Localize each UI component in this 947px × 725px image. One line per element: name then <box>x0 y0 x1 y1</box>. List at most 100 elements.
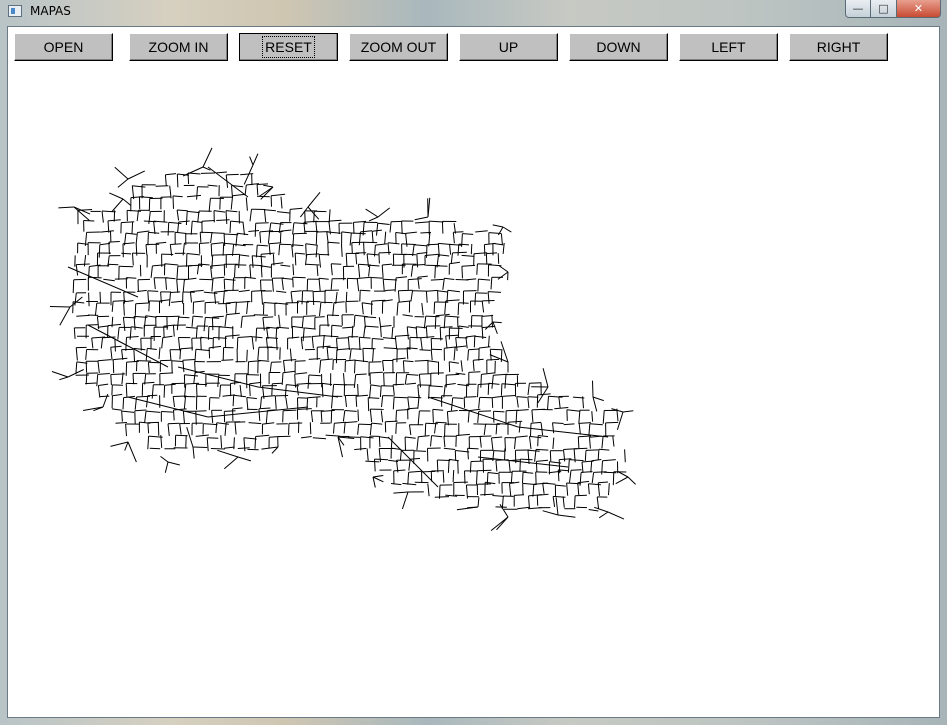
street-segment <box>389 221 392 233</box>
street-segment <box>467 506 479 509</box>
street-segment <box>492 242 504 246</box>
street-segment <box>217 449 239 458</box>
close-button[interactable]: ✕ <box>897 0 941 18</box>
street-segment <box>307 206 320 220</box>
street-segment <box>478 383 490 385</box>
street-segment <box>249 264 252 279</box>
street-segment <box>351 348 362 350</box>
street-segment <box>418 435 430 438</box>
street-segment <box>444 424 446 438</box>
window-frame: MAPAS — □ ✕ OPEN ZOOM IN RESET ZOOM OUT … <box>0 0 947 725</box>
street-segment <box>427 483 430 497</box>
title-bar[interactable]: MAPAS — □ ✕ <box>0 0 947 24</box>
street-segment <box>312 291 315 306</box>
left-button[interactable]: LEFT <box>679 33 778 61</box>
street-segment <box>487 383 490 395</box>
street-segment <box>305 243 307 257</box>
street-segment <box>478 397 481 409</box>
zoom-out-button[interactable]: ZOOM OUT <box>349 33 448 61</box>
street-segment <box>410 265 414 277</box>
street-segment <box>453 347 456 361</box>
street-segment <box>591 411 594 422</box>
street-segment <box>492 224 504 228</box>
street-segment <box>295 252 305 255</box>
street-segment <box>425 315 440 318</box>
street-segment <box>382 360 385 372</box>
street-segment <box>570 469 582 471</box>
reset-button[interactable]: RESET <box>239 33 338 61</box>
street-segment <box>382 279 385 292</box>
street-segment <box>290 291 293 304</box>
street-segment <box>528 495 530 509</box>
street-segment <box>345 359 356 362</box>
open-button[interactable]: OPEN <box>14 33 113 61</box>
maximize-button[interactable]: □ <box>871 0 897 18</box>
street-segment <box>111 408 123 411</box>
street-segment <box>527 396 530 409</box>
street-segment <box>274 395 277 409</box>
street-segment <box>475 230 488 233</box>
street-segment <box>354 360 356 374</box>
street-segment <box>372 476 384 483</box>
street-segment <box>380 325 392 328</box>
right-button[interactable]: RIGHT <box>789 33 888 61</box>
street-segment <box>111 198 124 212</box>
street-segment <box>214 290 228 293</box>
street-segment <box>236 337 239 350</box>
street-segment <box>399 450 402 461</box>
street-segment <box>426 289 438 292</box>
zoom-in-button[interactable]: ZOOM IN <box>129 33 228 61</box>
street-segment <box>401 243 416 245</box>
street-segment <box>132 185 146 188</box>
street-segment <box>148 300 150 312</box>
street-segment <box>257 347 260 361</box>
street-segment <box>379 385 382 398</box>
street-segment <box>265 410 268 424</box>
street-network <box>49 147 636 531</box>
street-segment <box>529 382 542 384</box>
street-segment <box>345 421 358 424</box>
street-segment <box>406 382 417 385</box>
minimize-button[interactable]: — <box>845 0 871 18</box>
street-segment <box>207 166 249 198</box>
street-segment <box>259 231 262 244</box>
street-segment <box>487 291 490 304</box>
street-segment <box>234 422 237 435</box>
street-segment <box>73 327 76 339</box>
street-segment <box>588 423 591 436</box>
street-segment <box>522 472 524 484</box>
up-button[interactable]: UP <box>459 33 558 61</box>
street-segment <box>202 147 213 168</box>
street-segment <box>233 394 246 398</box>
down-button[interactable]: DOWN <box>569 33 668 61</box>
street-segment <box>182 411 185 425</box>
street-segment <box>382 337 397 340</box>
street-segment <box>397 290 400 303</box>
street-segment <box>447 289 460 293</box>
street-segment <box>355 373 367 376</box>
street-segment <box>486 358 500 361</box>
street-segment <box>283 360 286 372</box>
street-segment <box>440 326 453 328</box>
street-segment <box>569 470 572 483</box>
street-segment <box>516 396 527 398</box>
street-segment <box>219 326 234 329</box>
street-segment <box>170 291 181 293</box>
street-segment <box>208 198 211 212</box>
street-segment <box>98 244 101 258</box>
street-segment <box>516 396 519 408</box>
street-segment <box>465 336 468 349</box>
street-segment <box>147 422 150 434</box>
street-segment <box>429 220 444 223</box>
street-segment <box>124 441 129 451</box>
street-segment <box>225 303 228 314</box>
street-segment <box>377 222 390 225</box>
street-segment <box>499 265 509 273</box>
street-segment <box>88 292 90 307</box>
street-segment <box>244 276 256 279</box>
street-segment <box>59 306 71 326</box>
street-segment <box>527 450 530 465</box>
down-button-label: DOWN <box>596 39 641 55</box>
street-segment <box>393 469 406 472</box>
map-canvas[interactable] <box>8 67 939 717</box>
